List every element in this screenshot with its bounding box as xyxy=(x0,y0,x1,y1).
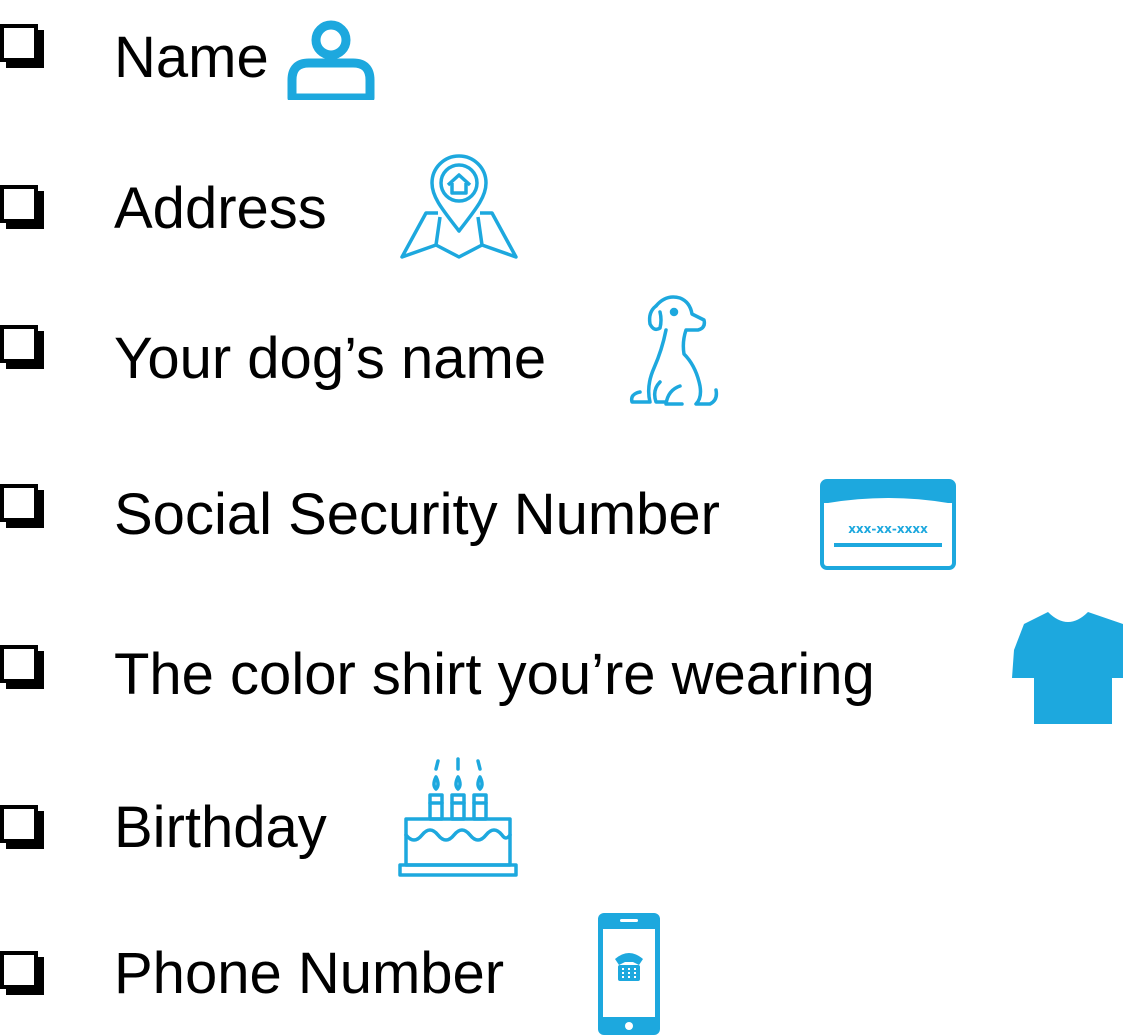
checkbox-icon[interactable] xyxy=(0,484,38,522)
list-item-shirt: The color shirt you’re wearing xyxy=(0,610,1123,724)
list-item-name: Name xyxy=(0,0,1123,110)
item-label: Phone Number xyxy=(114,941,505,1006)
list-item-ssn: Social Security Number xxx-xx-xxxx xyxy=(0,460,1123,570)
map-pin-home-icon xyxy=(398,145,520,263)
item-label: Birthday xyxy=(114,795,327,860)
tshirt-icon xyxy=(1012,610,1123,724)
checkbox-icon[interactable] xyxy=(0,951,38,989)
list-item-address: Address xyxy=(0,145,1123,259)
ssn-card-icon: xxx-xx-xxxx xyxy=(820,479,956,570)
item-label: Social Security Number xyxy=(114,482,720,547)
checkbox-icon[interactable] xyxy=(0,325,38,363)
checkbox-icon[interactable] xyxy=(0,24,38,62)
checkbox-icon[interactable] xyxy=(0,645,38,683)
checkbox-icon[interactable] xyxy=(0,185,38,223)
ssn-card-text: xxx-xx-xxxx xyxy=(848,522,928,536)
item-label: Name xyxy=(114,25,269,90)
dog-icon xyxy=(626,290,722,414)
item-label: The color shirt you’re wearing xyxy=(114,642,875,707)
list-item-dog-name: Your dog’s name xyxy=(0,290,1123,406)
item-label: Address xyxy=(114,176,327,241)
smartphone-icon xyxy=(598,913,660,1035)
person-icon xyxy=(282,20,380,100)
item-label: Your dog’s name xyxy=(114,326,547,391)
list-item-phone: Phone Number xyxy=(0,905,1123,1035)
list-item-birthday: Birthday xyxy=(0,755,1123,877)
birthday-cake-icon xyxy=(398,755,518,877)
checkbox-icon[interactable] xyxy=(0,805,38,843)
